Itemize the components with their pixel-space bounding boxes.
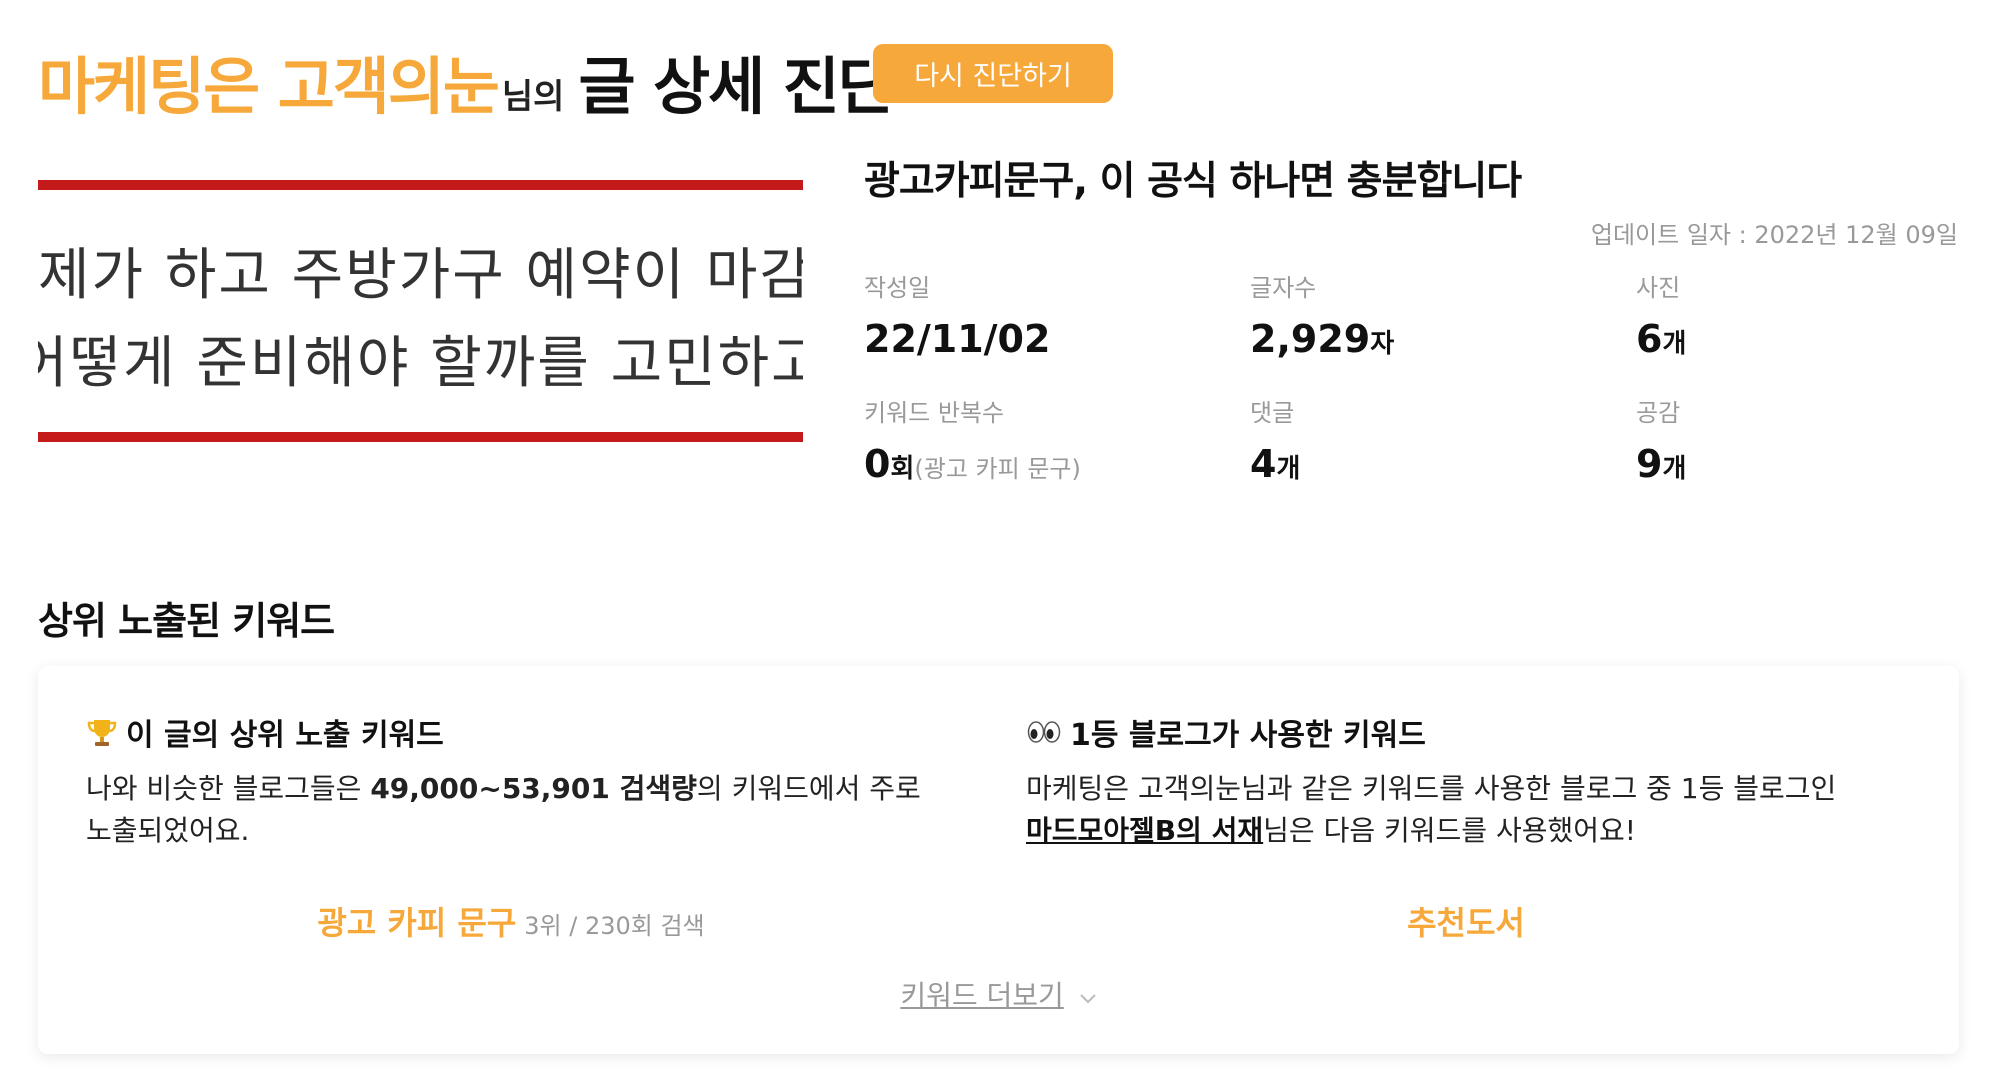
more-keywords-button[interactable]: 키워드 더보기 (38, 974, 1959, 1014)
post-thumbnail: 제가 하고 주방가구 예약이 마감이 . 어떻게 준비해야 할까를 고민하고 있 (38, 180, 803, 443)
eyes-icon (1026, 716, 1062, 748)
stat-likes-value: 9 (1636, 442, 1663, 486)
stat-chars: 글자수 2,929자 (1250, 268, 1394, 361)
stat-date: 작성일 22/11/02 (864, 268, 1050, 361)
right-desc-line1: 마케팅은 고객의눈님과 같은 키워드를 사용한 블로그 중 1등 블로그인 (1026, 772, 1837, 805)
stat-keyword-repeat-label: 키워드 반복수 (864, 399, 1005, 427)
left-description: 나와 비슷한 블로그들은 49,000~53,901 검색량의 키워드에서 주로… (86, 768, 936, 852)
thumbnail-top-bar (38, 180, 803, 190)
stat-comments-value: 4 (1250, 442, 1277, 486)
stat-comments: 댓글 4개 (1250, 393, 1300, 486)
page-title: 글 상세 진단 (578, 50, 894, 123)
right-title-text: 1등 블로그가 사용한 키워드 (1070, 718, 1426, 753)
stat-likes-unit: 개 (1662, 454, 1687, 484)
left-column-title: 이 글의 상위 노출 키워드 (86, 710, 444, 754)
more-keywords-label[interactable]: 키워드 더보기 (900, 979, 1063, 1012)
thumbnail-text-line2: 어떻게 준비해야 할까를 고민하고 있 (38, 331, 803, 396)
stat-photos-unit: 개 (1662, 329, 1687, 359)
stat-date-label: 작성일 (864, 274, 931, 302)
thumbnail-bottom-bar (38, 432, 803, 442)
name-suffix: 님의 (501, 77, 565, 117)
section-title: 상위 노출된 키워드 (38, 599, 335, 643)
right-desc-line2: 님은 다음 키워드를 사용했어요! (1263, 814, 1636, 847)
right-keyword-row[interactable]: 추천도서 (1026, 898, 1906, 944)
stat-chars-unit: 자 (1370, 329, 1395, 359)
chevron-down-icon (1079, 994, 1096, 1004)
stat-chars-value: 2,929 (1250, 317, 1371, 361)
stat-chars-label: 글자수 (1250, 274, 1317, 302)
stat-keyword-repeat-unit: 회 (890, 454, 915, 484)
left-desc-bold: 49,000~53,901 검색량 (370, 772, 697, 805)
right-description: 마케팅은 고객의눈님과 같은 키워드를 사용한 블로그 중 1등 블로그인마드모… (1026, 768, 1906, 852)
stat-keyword-repeat-value: 0 (864, 442, 891, 486)
left-title-text: 이 글의 상위 노출 키워드 (126, 718, 444, 753)
right-column-title: 1등 블로그가 사용한 키워드 (1026, 710, 1426, 754)
trophy-icon (86, 716, 118, 748)
post-title: 광고카피문구, 이 공식 하나면 충분합니다 (864, 159, 1522, 204)
stat-date-value: 22/11/02 (864, 317, 1051, 361)
keyword-card: 이 글의 상위 노출 키워드 나와 비슷한 블로그들은 49,000~53,90… (38, 666, 1959, 1054)
left-keyword[interactable]: 광고 카피 문구 (317, 898, 516, 944)
stat-keyword-name: (광고 카피 문구) (914, 455, 1081, 483)
stat-comments-label: 댓글 (1250, 399, 1295, 427)
left-desc-pre: 나와 비슷한 블로그들은 (86, 772, 371, 805)
left-keyword-meta: 3위 / 230회 검색 (524, 912, 705, 940)
first-blog-link[interactable]: 마드모아젤B의 서재 (1026, 814, 1263, 847)
stat-keyword-repeat: 키워드 반복수 0회(광고 카피 문구) (864, 393, 1081, 486)
stat-photos-value: 6 (1636, 317, 1663, 361)
rediagnose-button[interactable]: 다시 진단하기 (873, 44, 1113, 103)
stat-comments-unit: 개 (1276, 454, 1301, 484)
stat-photos: 사진 6개 (1636, 268, 1686, 361)
stat-photos-label: 사진 (1636, 274, 1681, 302)
stat-likes-label: 공감 (1636, 399, 1681, 427)
blog-name: 마케팅은 고객의눈 (38, 50, 500, 123)
right-keyword[interactable]: 추천도서 (1407, 898, 1525, 944)
left-keyword-row[interactable]: 광고 카피 문구 3위 / 230회 검색 (86, 898, 936, 944)
update-date: 업데이트 일자 : 2022년 12월 09일 (1590, 221, 1958, 249)
thumbnail-text-line1: 제가 하고 주방가구 예약이 마감이 . (38, 243, 803, 308)
page-header: 마케팅은 고객의눈 님의 글 상세 진단 (38, 38, 895, 123)
stat-likes: 공감 9개 (1636, 393, 1686, 486)
